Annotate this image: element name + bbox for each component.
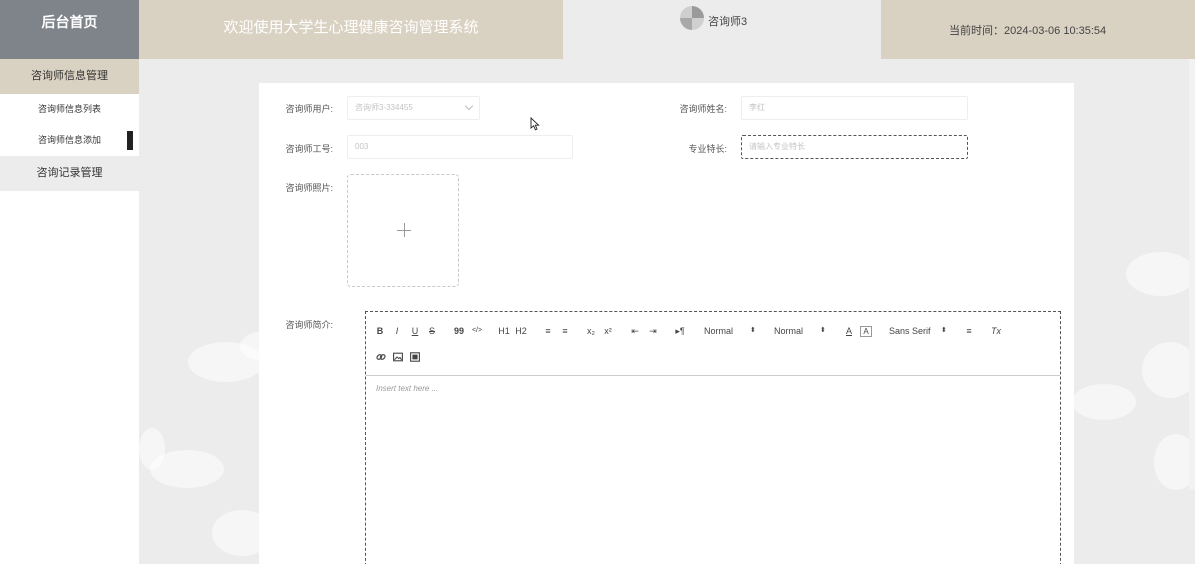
background-bubble: [1072, 384, 1136, 420]
code-block-button[interactable]: </>: [470, 324, 484, 338]
italic-button[interactable]: I: [391, 324, 403, 338]
rich-text-editor[interactable]: B I U S 99 </> H1 H2 ≡ ≡ x₂ x² ⇤ ⇥ ▸¶ No…: [365, 311, 1061, 564]
image-icon: [393, 352, 403, 362]
h1-button[interactable]: H1: [497, 324, 511, 338]
font-picker[interactable]: Sans Serif ⬍: [889, 324, 951, 338]
superscript-button[interactable]: x²: [601, 324, 615, 338]
video-icon: [410, 352, 420, 362]
editor-toolbar: B I U S 99 </> H1 H2 ≡ ≡ x₂ x² ⇤ ⇥ ▸¶ No…: [366, 312, 1060, 376]
specialty-field[interactable]: 请输入专业特长: [741, 135, 968, 159]
subscript-button[interactable]: x₂: [584, 324, 598, 338]
time-value: 2024-03-06 10:35:54: [1004, 25, 1107, 37]
strike-button[interactable]: S: [426, 324, 438, 338]
plus-icon-stroke: [403, 223, 405, 237]
editor-placeholder: Insert text here ...: [376, 384, 439, 393]
sidebar-item-label: 咨询师信息添加: [37, 135, 101, 145]
form-panel: 咨询师用户: 咨询师3-334455 咨询师姓名: 李红 咨询师工号: 003 …: [259, 83, 1074, 564]
font-picker-label: Sans Serif: [889, 326, 931, 336]
mouse-cursor-icon: [530, 117, 540, 131]
home-link[interactable]: 后台首页: [0, 0, 139, 59]
picker-arrow-icon: ⬍: [820, 327, 826, 334]
bold-button[interactable]: B: [374, 324, 386, 338]
clean-format-button[interactable]: Tx: [989, 324, 1003, 338]
font-color-button[interactable]: A: [843, 324, 855, 338]
image-button[interactable]: [391, 352, 405, 366]
outdent-button[interactable]: ⇤: [628, 324, 642, 338]
size-picker[interactable]: Normal ⬍: [704, 324, 760, 338]
user-area: 咨询师3: [563, 0, 881, 59]
picker-arrow-icon: ⬍: [941, 327, 947, 334]
sidebar-group-counselor-info[interactable]: 咨询师信息管理: [0, 59, 139, 94]
align-button[interactable]: ≡: [962, 324, 976, 338]
user-name[interactable]: 咨询师3: [708, 13, 747, 29]
blockquote-button[interactable]: 99: [452, 324, 466, 338]
ordered-list-button[interactable]: ≡: [541, 324, 555, 338]
name-label: 咨询师姓名:: [679, 104, 727, 114]
time-label: 当前时间：: [949, 25, 1004, 37]
underline-button[interactable]: U: [409, 324, 421, 338]
id-label: 咨询师工号:: [285, 144, 333, 154]
user-label: 咨询师用户:: [285, 104, 333, 114]
video-button[interactable]: [408, 352, 422, 366]
bullet-list-button[interactable]: ≡: [558, 324, 572, 338]
header-picker-label: Normal: [774, 326, 804, 336]
link-button[interactable]: [374, 352, 388, 366]
sidebar-group-consult-records[interactable]: 咨询记录管理: [0, 156, 139, 191]
intro-label: 咨询师简介:: [285, 320, 333, 330]
counselor-id-field[interactable]: 003: [347, 135, 573, 159]
indent-button[interactable]: ⇥: [646, 324, 660, 338]
h2-button[interactable]: H2: [514, 324, 528, 338]
avatar[interactable]: [680, 6, 704, 30]
sidebar: 咨询师信息管理 咨询师信息列表 咨询师信息添加 咨询记录管理: [0, 59, 139, 564]
background-color-button[interactable]: A: [860, 326, 872, 337]
background-bubble: [139, 428, 165, 470]
specialty-label: 专业特长:: [688, 144, 727, 154]
select-value: 咨询师3-334455: [355, 103, 413, 112]
time-area: 当前时间：2024-03-06 10:35:54: [881, 0, 1195, 59]
active-indicator: [127, 131, 133, 150]
sidebar-item-counselor-add[interactable]: 咨询师信息添加: [0, 125, 139, 156]
photo-upload[interactable]: [347, 174, 459, 287]
scrollbar[interactable]: [1189, 59, 1195, 489]
background-bubble: [1142, 342, 1195, 398]
picker-arrow-icon: ⬍: [750, 327, 756, 334]
background-bubble: [1126, 252, 1195, 296]
size-picker-label: Normal: [704, 326, 734, 336]
header-picker[interactable]: Normal ⬍: [774, 324, 830, 338]
counselor-name-field[interactable]: 李红: [741, 96, 968, 120]
system-title: 欢迎使用大学生心理健康咨询管理系统: [139, 0, 563, 59]
chevron-down-icon: [464, 101, 474, 111]
direction-button[interactable]: ▸¶: [672, 324, 688, 338]
sidebar-item-counselor-list[interactable]: 咨询师信息列表: [0, 94, 139, 125]
photo-label: 咨询师照片:: [285, 183, 333, 193]
link-icon: [376, 354, 386, 360]
counselor-user-select[interactable]: 咨询师3-334455: [347, 96, 480, 120]
